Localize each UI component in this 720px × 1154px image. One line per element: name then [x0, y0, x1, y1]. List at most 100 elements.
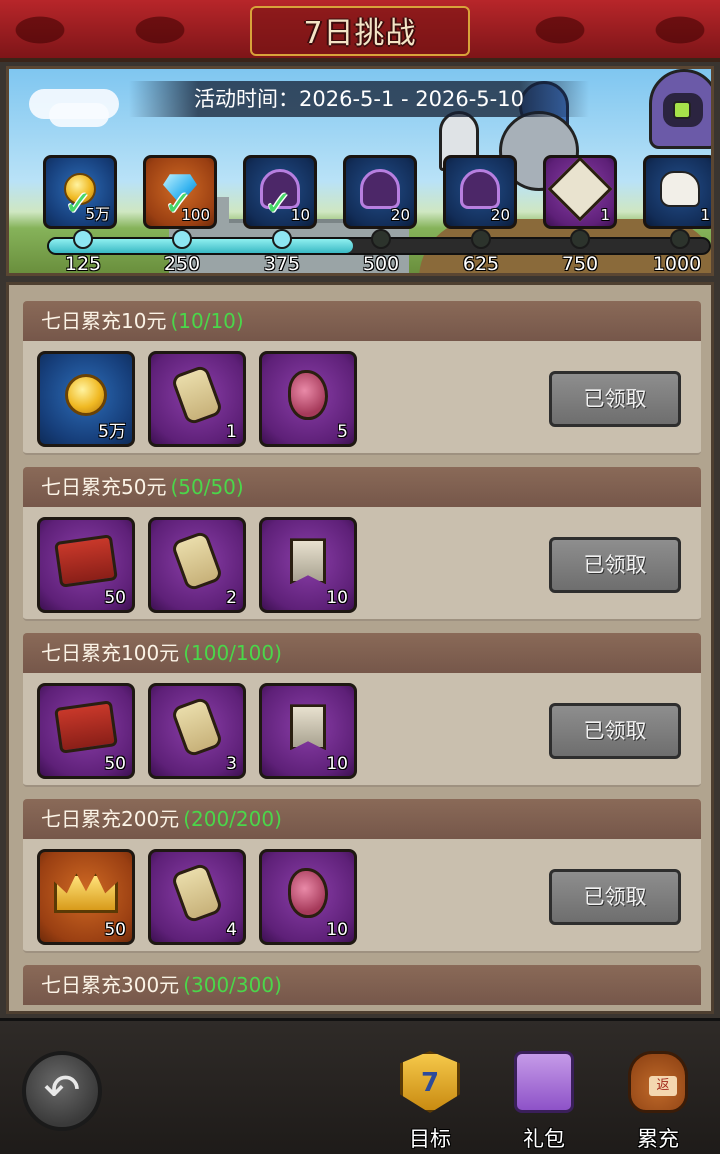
- back-arrow-icon: ↶: [43, 1065, 81, 1116]
- reward-item[interactable]: 2: [148, 517, 246, 613]
- milestone-node: [471, 229, 491, 249]
- horse-icon: [660, 171, 700, 208]
- claimed-button[interactable]: 已领取: [549, 869, 681, 925]
- item-count: 10: [326, 588, 348, 608]
- page-title: 7日挑战: [303, 16, 417, 51]
- progress-fill: [49, 239, 353, 253]
- item-count: 5万: [98, 422, 126, 442]
- reward-item[interactable]: 1: [148, 351, 246, 447]
- milestone-label: 375: [263, 253, 301, 275]
- row-header: 七日累充100元 (100/100): [23, 633, 701, 673]
- reward-item[interactable]: 50: [37, 683, 135, 779]
- red-book-icon: [54, 534, 118, 589]
- reward-item[interactable]: 3: [148, 683, 246, 779]
- recharge-row: 七日累充300元 (300/300): [23, 965, 701, 1005]
- purple-hood-icon: [360, 169, 400, 210]
- claimed-button[interactable]: 已领取: [549, 371, 681, 427]
- milestone-reward-3[interactable]: ✓ 10: [243, 155, 317, 229]
- row-header: 七日累充10元 (10/10): [23, 301, 701, 341]
- cloud-decoration: [49, 103, 109, 127]
- tab-cumulative-recharge[interactable]: 返 累充: [610, 1041, 706, 1153]
- recharge-list[interactable]: 七日累充10元 (10/10) 5万 1 5 已领取 七日累充50元 (50/50): [6, 282, 714, 1014]
- milestone-reward-7[interactable]: 1: [643, 155, 711, 229]
- reward-item[interactable]: 5: [259, 351, 357, 447]
- item-count: 10: [326, 754, 348, 774]
- row-title: 七日累充50元: [41, 475, 167, 499]
- seven-badge-icon: 7: [400, 1051, 460, 1113]
- claimed-button[interactable]: 已领取: [549, 537, 681, 593]
- reward-item[interactable]: 10: [259, 517, 357, 613]
- item-count: 5: [337, 422, 348, 442]
- milestone-node: [73, 229, 93, 249]
- milestone-reward-1[interactable]: ✓ 5万: [43, 155, 117, 229]
- rebate-tag: 返: [649, 1076, 677, 1096]
- item-count: 10: [326, 920, 348, 940]
- reward-item[interactable]: 50: [37, 849, 135, 945]
- item-count: 4: [226, 920, 237, 940]
- row-progress: (50/50): [170, 475, 244, 499]
- tab-label: 累充: [637, 1127, 679, 1151]
- row-title: 七日累充300元: [41, 973, 180, 997]
- milestone-node: [670, 229, 690, 249]
- row-progress: (10/10): [170, 309, 244, 333]
- milestone-rewards: ✓ 5万 ✓ 100 ✓ 10 20 20 1 1: [43, 155, 711, 235]
- scroll-icon: [170, 696, 224, 759]
- tab-gift-packs[interactable]: 礼包: [496, 1041, 592, 1153]
- reward-item[interactable]: 50: [37, 517, 135, 613]
- row-body: 50 3 10 已领取: [23, 673, 701, 787]
- reward-count: 100: [181, 206, 210, 224]
- rune-stone-icon: [288, 868, 328, 919]
- item-count: 50: [104, 920, 126, 940]
- gold-coin-icon: [65, 374, 107, 417]
- milestone-reward-4[interactable]: 20: [343, 155, 417, 229]
- reward-count: 20: [490, 206, 510, 224]
- reward-count: 1: [600, 206, 610, 224]
- milestone-reward-5[interactable]: 20: [443, 155, 517, 229]
- milestone-node: [272, 229, 292, 249]
- reward-item[interactable]: 5万: [37, 351, 135, 447]
- row-progress: (100/100): [183, 641, 282, 665]
- back-button[interactable]: ↶: [22, 1051, 102, 1131]
- claimed-button[interactable]: 已领取: [549, 703, 681, 759]
- bottom-nav: ↶ 7 目标 礼包 返 累充: [0, 1018, 720, 1154]
- row-title: 七日累充200元: [41, 807, 180, 831]
- milestone-label: 500: [362, 253, 400, 275]
- scroll-icon: [170, 530, 224, 593]
- milestone-reward-6[interactable]: 1: [543, 155, 617, 229]
- item-count: 3: [226, 754, 237, 774]
- item-count: 1: [226, 422, 237, 442]
- row-title: 七日累充100元: [41, 641, 180, 665]
- milestone-label: 625: [462, 253, 500, 275]
- reward-item[interactable]: 10: [259, 849, 357, 945]
- reward-item[interactable]: 10: [259, 683, 357, 779]
- row-header: 七日累充200元 (200/200): [23, 799, 701, 839]
- item-count: 50: [104, 754, 126, 774]
- milestone-node: [172, 229, 192, 249]
- tab-label: 礼包: [523, 1127, 565, 1151]
- row-progress: (200/200): [183, 807, 282, 831]
- claimed-check-icon: ✓: [264, 184, 293, 224]
- row-header: 七日累充300元 (300/300): [23, 965, 701, 1005]
- recharge-row: 七日累充50元 (50/50) 50 2 10 已领取: [23, 467, 701, 621]
- activity-time: 活动时间：2026-5-1 - 2026-5-10: [129, 81, 589, 117]
- milestone-label: 250: [163, 253, 201, 275]
- row-progress: (300/300): [183, 973, 282, 997]
- badge-number: 7: [420, 1068, 440, 1098]
- coin-bag-icon: 返: [628, 1051, 688, 1113]
- row-body: 50 4 10 已领取: [23, 839, 701, 953]
- recharge-row: 七日累充10元 (10/10) 5万 1 5 已领取: [23, 301, 701, 455]
- scroll-icon: [170, 364, 224, 427]
- milestone-label: 750: [561, 253, 599, 275]
- item-count: 50: [104, 588, 126, 608]
- row-title: 七日累充10元: [41, 309, 167, 333]
- milestone-node: [371, 229, 391, 249]
- row-header: 七日累充50元 (50/50): [23, 467, 701, 507]
- reward-item[interactable]: 4: [148, 849, 246, 945]
- banner-flag-icon: [290, 704, 326, 751]
- reward-count: 1: [700, 206, 710, 224]
- event-banner: 活动时间：2026-5-1 - 2026-5-10 ✓ 5万 ✓ 100 ✓ 1…: [6, 66, 714, 276]
- milestone-node: [570, 229, 590, 249]
- banner-flag-icon: [290, 538, 326, 585]
- tab-goals[interactable]: 7 目标: [382, 1041, 478, 1153]
- milestone-reward-2[interactable]: ✓ 100: [143, 155, 217, 229]
